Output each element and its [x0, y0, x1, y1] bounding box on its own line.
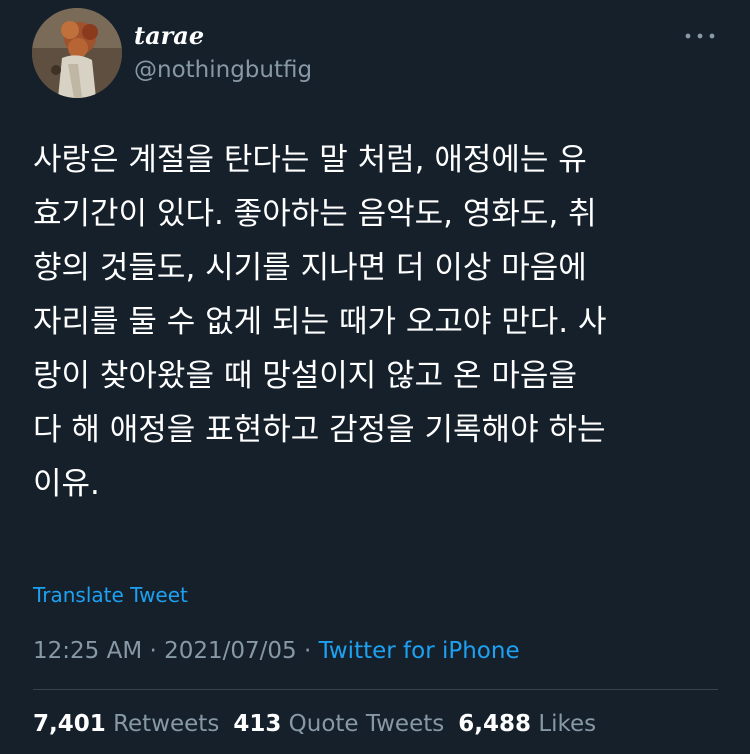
tweet-stats: 7,401 Retweets 413 Quote Tweets 6,488 Like…	[33, 709, 610, 739]
likes-count: 6,488	[458, 711, 531, 737]
quote-tweets-label: Quote Tweets	[288, 711, 445, 737]
quote-tweets-stat[interactable]: 413 Quote Tweets	[233, 709, 444, 739]
avatar[interactable]	[32, 8, 122, 98]
avatar-image	[32, 8, 122, 98]
display-name[interactable]: tarae	[134, 20, 204, 52]
translate-tweet-link[interactable]: Translate Tweet	[33, 582, 188, 608]
meta-separator: ·	[142, 638, 165, 664]
retweets-count: 7,401	[33, 711, 106, 737]
likes-label: Likes	[538, 711, 597, 737]
more-horizontal-icon	[685, 33, 715, 39]
user-handle[interactable]: @nothingbutfig	[134, 55, 312, 85]
divider	[33, 689, 718, 690]
retweets-label: Retweets	[113, 711, 220, 737]
tweet-meta: 12:25 AM · 2021/07/05 · Twitter for iPho…	[33, 636, 520, 666]
likes-stat[interactable]: 6,488 Likes	[458, 709, 596, 739]
quote-tweets-count: 413	[233, 711, 282, 737]
tweet-date[interactable]: 2021/07/05	[164, 638, 297, 664]
tweet-text: 사랑은 계절을 탄다는 말 처럼, 애정에는 유 효기간이 있다. 좋아하는 음…	[33, 142, 607, 502]
meta-separator: ·	[296, 638, 319, 664]
more-options-button[interactable]	[680, 24, 720, 48]
tweet-time[interactable]: 12:25 AM	[33, 638, 142, 664]
retweets-stat[interactable]: 7,401 Retweets	[33, 709, 219, 739]
tweet-source-link[interactable]: Twitter for iPhone	[319, 638, 520, 664]
